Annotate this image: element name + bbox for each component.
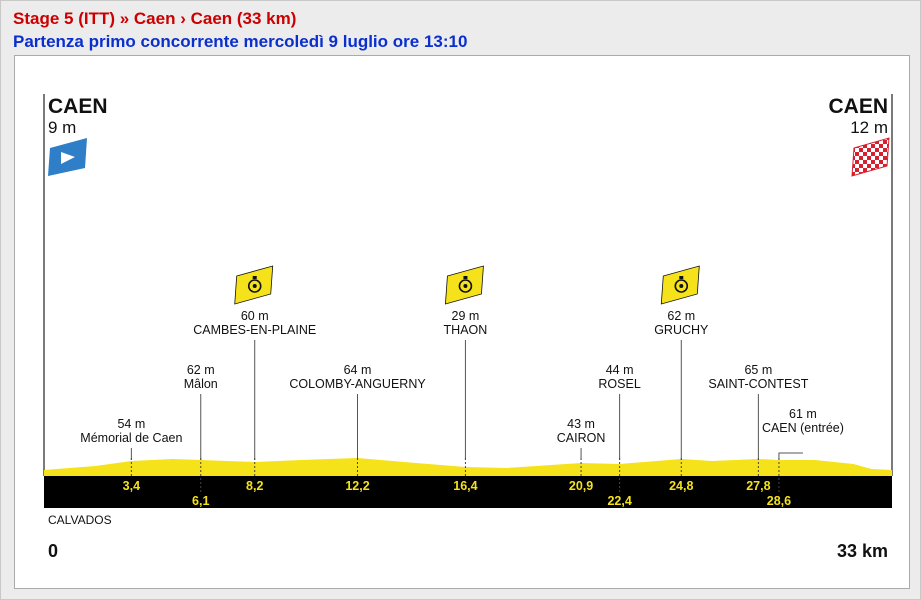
waypoint-name: CAEN (entrée) bbox=[762, 421, 844, 435]
start-altitude: 9 m bbox=[48, 118, 76, 137]
waypoint-altitude: 64 m bbox=[344, 363, 372, 377]
waypoint-name: CAIRON bbox=[557, 431, 606, 445]
waypoint-name: Mâlon bbox=[184, 377, 218, 391]
waypoint-altitude: 29 m bbox=[452, 309, 480, 323]
distance-total: 33 km bbox=[837, 541, 888, 561]
waypoint-altitude: 62 m bbox=[187, 363, 215, 377]
waypoint-leader bbox=[778, 452, 803, 460]
timecheck-icon bbox=[444, 265, 484, 305]
finish-city: CAEN bbox=[828, 95, 888, 118]
stage-profile-card: CAEN 9 m CAEN 12 m 54 m Mémorial de Caen… bbox=[14, 55, 910, 589]
waypoint-name: ROSEL bbox=[598, 377, 640, 391]
waypoint-name: THAON bbox=[444, 323, 488, 337]
km-label: 27,8 bbox=[746, 479, 770, 493]
waypoint-name: SAINT-CONTEST bbox=[708, 377, 808, 391]
start-city: CAEN bbox=[48, 95, 108, 118]
timecheck-icon bbox=[660, 265, 700, 305]
waypoint-name: Mémorial de Caen bbox=[80, 431, 182, 445]
stage-profile-chart: CAEN 9 m CAEN 12 m 54 mMémorial de Caen3… bbox=[43, 94, 893, 561]
finish-altitude: 12 m bbox=[850, 118, 888, 137]
km-label: 3,4 bbox=[123, 479, 140, 493]
km-label: 8,2 bbox=[246, 479, 263, 493]
region-label: CALVADOS bbox=[48, 513, 112, 527]
waypoint-altitude: 54 m bbox=[117, 417, 145, 431]
km-label: 28,6 bbox=[767, 494, 791, 508]
waypoint-name: CAMBES-EN-PLAINE bbox=[193, 323, 316, 337]
km-label: 22,4 bbox=[607, 494, 631, 508]
start-time-line: Partenza primo concorrente mercoledì 9 l… bbox=[13, 32, 468, 51]
distance-start: 0 bbox=[48, 541, 58, 561]
km-label: 12,2 bbox=[345, 479, 369, 493]
km-label: 20,9 bbox=[569, 479, 593, 493]
waypoint-altitude: 44 m bbox=[606, 363, 634, 377]
stage-title: Stage 5 (ITT) » Caen › Caen (33 km) bbox=[13, 9, 297, 28]
start-flag-icon bbox=[48, 138, 87, 176]
waypoint-altitude: 65 m bbox=[744, 363, 772, 377]
km-label: 6,1 bbox=[192, 494, 209, 508]
waypoint-name: GRUCHY bbox=[654, 323, 709, 337]
window-frame: Stage 5 (ITT) » Caen › Caen (33 km) Part… bbox=[0, 0, 921, 600]
waypoint-altitude: 43 m bbox=[567, 417, 595, 431]
finish-flag-icon bbox=[851, 137, 890, 177]
elevation-profile bbox=[44, 458, 892, 476]
waypoint-altitude: 60 m bbox=[241, 309, 269, 323]
waypoint-altitude: 61 m bbox=[789, 407, 817, 421]
km-label: 16,4 bbox=[453, 479, 477, 493]
km-label: 24,8 bbox=[669, 479, 693, 493]
waypoint-name: COLOMBY-ANGUERNY bbox=[289, 377, 426, 391]
waypoint-altitude: 62 m bbox=[667, 309, 695, 323]
timecheck-icon bbox=[234, 265, 274, 305]
